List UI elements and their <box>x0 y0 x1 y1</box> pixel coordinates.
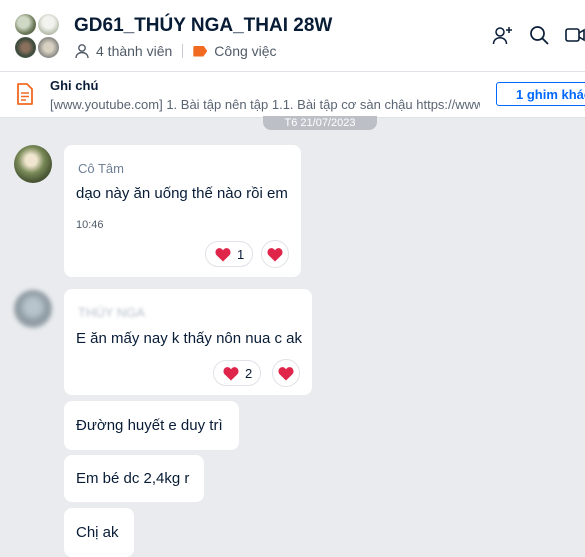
message-text: Đường huyết e duy trì <box>76 417 223 434</box>
heart-icon <box>223 366 239 380</box>
react-button[interactable] <box>272 359 300 387</box>
pinned-note-bar[interactable]: Ghi chú [www.youtube.com] 1. Bài tập nên… <box>0 72 585 118</box>
member-avatar <box>37 36 60 59</box>
members-icon <box>75 44 89 59</box>
avatar[interactable] <box>14 290 52 328</box>
divider <box>182 44 184 58</box>
message-text: Em bé dc 2,4kg r <box>76 470 190 487</box>
member-avatar <box>14 13 37 36</box>
heart-icon <box>215 247 231 261</box>
message-bubble[interactable]: Chị ak <box>64 508 134 557</box>
more-pins-button[interactable]: 1 ghim khác <box>496 82 585 106</box>
sender-name: THÚY NGA <box>78 305 145 320</box>
message-time: 10:46 <box>76 219 104 231</box>
member-count[interactable]: 4 thành viên <box>96 43 172 59</box>
note-icon <box>17 83 33 105</box>
message-bubble[interactable]: Đường huyết e duy trì <box>64 401 239 450</box>
avatar[interactable] <box>14 145 52 183</box>
message-bubble[interactable]: Cô Tâm dạo này ăn uống thế nào rồi em 10… <box>64 145 301 277</box>
tag-icon <box>193 45 208 57</box>
video-call-icon[interactable] <box>564 24 585 48</box>
message-bubble[interactable]: THÚY NGA E ăn mấy nay k thấy nôn nua c a… <box>64 289 312 395</box>
note-title: Ghi chú <box>50 78 99 93</box>
member-avatar <box>37 13 60 36</box>
note-text[interactable]: [www.youtube.com] 1. Bài tập nên tập 1.1… <box>50 97 480 112</box>
heart-icon <box>267 247 283 261</box>
chat-title[interactable]: GD61_THÚY NGA_THAI 28W <box>74 15 332 37</box>
reaction-count: 1 <box>237 246 245 262</box>
reaction-count: 2 <box>245 365 253 381</box>
react-button[interactable] <box>261 240 289 268</box>
add-member-icon[interactable] <box>492 24 514 48</box>
date-separator: T6 21/07/2023 <box>263 116 377 130</box>
search-icon[interactable] <box>528 24 550 48</box>
reaction-summary[interactable]: 1 <box>205 241 254 267</box>
group-avatar[interactable] <box>14 13 62 61</box>
chat-header: GD61_THÚY NGA_THAI 28W 4 thành viên Công… <box>0 0 585 72</box>
category-label[interactable]: Công việc <box>214 43 276 59</box>
message-text: dạo này ăn uống thế nào rồi em <box>76 185 288 202</box>
message-text: Chị ak <box>76 524 119 541</box>
reaction-summary[interactable]: 2 <box>213 360 262 386</box>
heart-icon <box>278 366 294 380</box>
message-bubble[interactable]: Em bé dc 2,4kg r <box>64 455 204 502</box>
message-text: E ăn mấy nay k thấy nôn nua c ak <box>76 330 302 347</box>
chat-subline: 4 thành viên Công việc <box>74 42 277 60</box>
member-avatar <box>14 36 37 59</box>
sender-name: Cô Tâm <box>78 161 124 176</box>
